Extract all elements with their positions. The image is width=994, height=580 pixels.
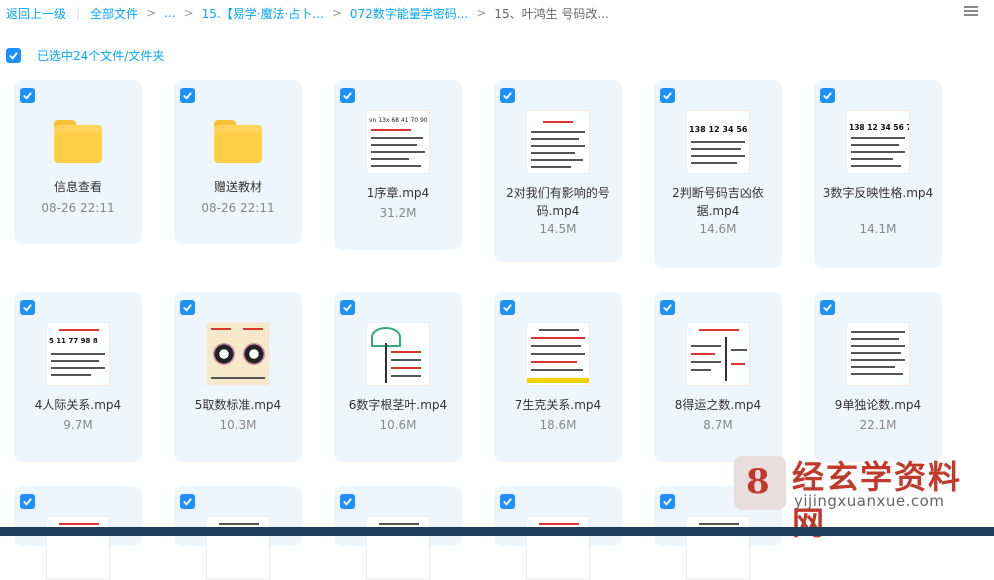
file-card[interactable]: 9单独论数.mp4 22.1M (814, 292, 942, 462)
file-meta: 08-26 22:11 (41, 201, 115, 215)
item-checkbox[interactable] (20, 88, 35, 103)
breadcrumb-level2[interactable]: 072数字能量学密码... (350, 5, 468, 22)
thumb-text: 138 12 34 56 7 (689, 125, 750, 134)
item-checkbox[interactable] (180, 494, 195, 509)
watermark-url: yijingxuanxue.com (794, 492, 945, 510)
breadcrumb-ellipsis[interactable]: ... (164, 6, 175, 20)
file-card[interactable] (174, 486, 302, 580)
back-link[interactable]: 返回上一级 (6, 5, 66, 22)
chevron-right-icon: > (476, 6, 487, 20)
item-checkbox[interactable] (660, 300, 675, 315)
item-checkbox[interactable] (340, 494, 355, 509)
file-card[interactable] (494, 486, 622, 580)
item-checkbox[interactable] (820, 300, 835, 315)
video-thumbnail (46, 516, 110, 580)
selection-bar: 已选中24个文件/文件夹 (6, 46, 164, 64)
file-meta: 10.3M (219, 418, 257, 432)
thumb-text: 138 12 34 56 78 (849, 123, 909, 132)
file-meta: 14.1M (859, 222, 897, 236)
item-checkbox[interactable] (180, 300, 195, 315)
file-meta: 14.6M (699, 222, 737, 236)
file-meta: 8.7M (703, 418, 733, 432)
video-thumbnail: 138 12 34 56 78 (846, 110, 910, 174)
video-thumbnail (846, 322, 910, 386)
chevron-right-icon: > (183, 6, 194, 20)
file-meta: 31.2M (379, 206, 417, 220)
thumb-text: vn 13x 68 41 70 90 (369, 117, 428, 124)
file-name: 3数字反映性格.mp4 (822, 186, 934, 200)
file-card[interactable]: 信息查看 08-26 22:11 (14, 80, 142, 244)
video-thumbnail: 5 11 77 98 8 (46, 322, 110, 386)
folder-icon (54, 120, 102, 164)
folder-icon (214, 120, 262, 164)
breadcrumb-level1[interactable]: 15.【易学·魔法·占卜... (202, 5, 324, 22)
file-name: 2判断号码吉凶依据.mp4 (672, 186, 764, 218)
item-checkbox[interactable] (20, 494, 35, 509)
file-name: 8得运之数.mp4 (674, 398, 762, 412)
file-meta: 10.6M (379, 418, 417, 432)
watermark-logo-glyph: 8 (746, 462, 770, 502)
chevron-right-icon: > (331, 6, 342, 20)
video-thumbnail (206, 516, 270, 580)
selection-count-text: 已选中24个文件/文件夹 (37, 48, 165, 63)
file-meta: 9.7M (63, 418, 93, 432)
file-meta: 08-26 22:11 (201, 201, 275, 215)
file-card[interactable]: 5 11 77 98 8 4人际关系.mp4 9.7M (14, 292, 142, 462)
watermark: 8 经玄学资料网 yijingxuanxue.com (730, 452, 986, 542)
file-name: 赠送教材 (213, 180, 262, 194)
video-thumbnail: 138 12 34 56 7 (686, 110, 750, 174)
file-meta: 22.1M (859, 418, 897, 432)
file-card[interactable]: 赠送教材 08-26 22:11 (174, 80, 302, 244)
item-checkbox[interactable] (820, 88, 835, 103)
file-name: 6数字根茎叶.mp4 (348, 398, 448, 412)
file-card[interactable]: 6数字根茎叶.mp4 10.6M (334, 292, 462, 462)
video-thumbnail (526, 322, 590, 386)
watermark-logo: 8 (734, 456, 786, 510)
video-thumbnail (366, 516, 430, 580)
item-checkbox[interactable] (660, 494, 675, 509)
item-checkbox[interactable] (500, 494, 515, 509)
video-thumbnail: vn 13x 68 41 70 90 (366, 110, 430, 174)
item-checkbox[interactable] (20, 300, 35, 315)
breadcrumb-all-files[interactable]: 全部文件 (90, 5, 138, 22)
file-name: 4人际关系.mp4 (34, 398, 122, 412)
item-checkbox[interactable] (500, 300, 515, 315)
file-card[interactable]: 7生克关系.mp4 18.6M (494, 292, 622, 462)
file-card[interactable]: 8得运之数.mp4 8.7M (654, 292, 782, 462)
taskbar (0, 527, 994, 536)
file-meta: 18.6M (539, 418, 577, 432)
file-card[interactable]: 138 12 34 56 7 2判断号码吉凶依据.mp4 14.6M (654, 80, 782, 268)
select-all-checkbox[interactable] (6, 47, 21, 63)
chevron-right-icon: > (146, 6, 157, 20)
breadcrumb-current: 15、叶鸿生 号码改... (494, 6, 609, 21)
file-card[interactable]: 2对我们有影响的号码.mp4 14.5M (494, 80, 622, 262)
item-checkbox[interactable] (180, 88, 195, 103)
file-name: 9单独论数.mp4 (834, 398, 922, 412)
video-thumbnail (206, 322, 270, 386)
video-thumbnail (686, 516, 750, 580)
file-card[interactable]: 138 12 34 56 78 3数字反映性格.mp4 14.1M (814, 80, 942, 268)
video-thumbnail (686, 322, 750, 386)
video-thumbnail (526, 516, 590, 580)
video-thumbnail (526, 110, 590, 174)
file-card[interactable]: vn 13x 68 41 70 90 1序章.mp4 31.2M (334, 80, 462, 250)
item-checkbox[interactable] (660, 88, 675, 103)
file-name: 7生克关系.mp4 (514, 398, 602, 412)
file-card[interactable]: 5取数标准.mp4 10.3M (174, 292, 302, 462)
file-card[interactable] (334, 486, 462, 580)
item-checkbox[interactable] (500, 88, 515, 103)
file-name: 5取数标准.mp4 (194, 398, 282, 412)
file-card[interactable] (14, 486, 142, 580)
item-checkbox[interactable] (340, 88, 355, 103)
divider: | (76, 6, 81, 20)
item-checkbox[interactable] (340, 300, 355, 315)
video-thumbnail (366, 322, 430, 386)
file-name: 2对我们有影响的号码.mp4 (506, 186, 610, 218)
file-name: 信息查看 (53, 180, 102, 194)
thumb-text: 5 11 77 98 8 (49, 337, 98, 345)
breadcrumb: 返回上一级 | 全部文件 > ... > 15.【易学·魔法·占卜... > 0… (0, 0, 994, 26)
file-name: 1序章.mp4 (366, 186, 430, 200)
list-view-icon[interactable] (964, 4, 978, 18)
file-meta: 14.5M (539, 222, 577, 236)
